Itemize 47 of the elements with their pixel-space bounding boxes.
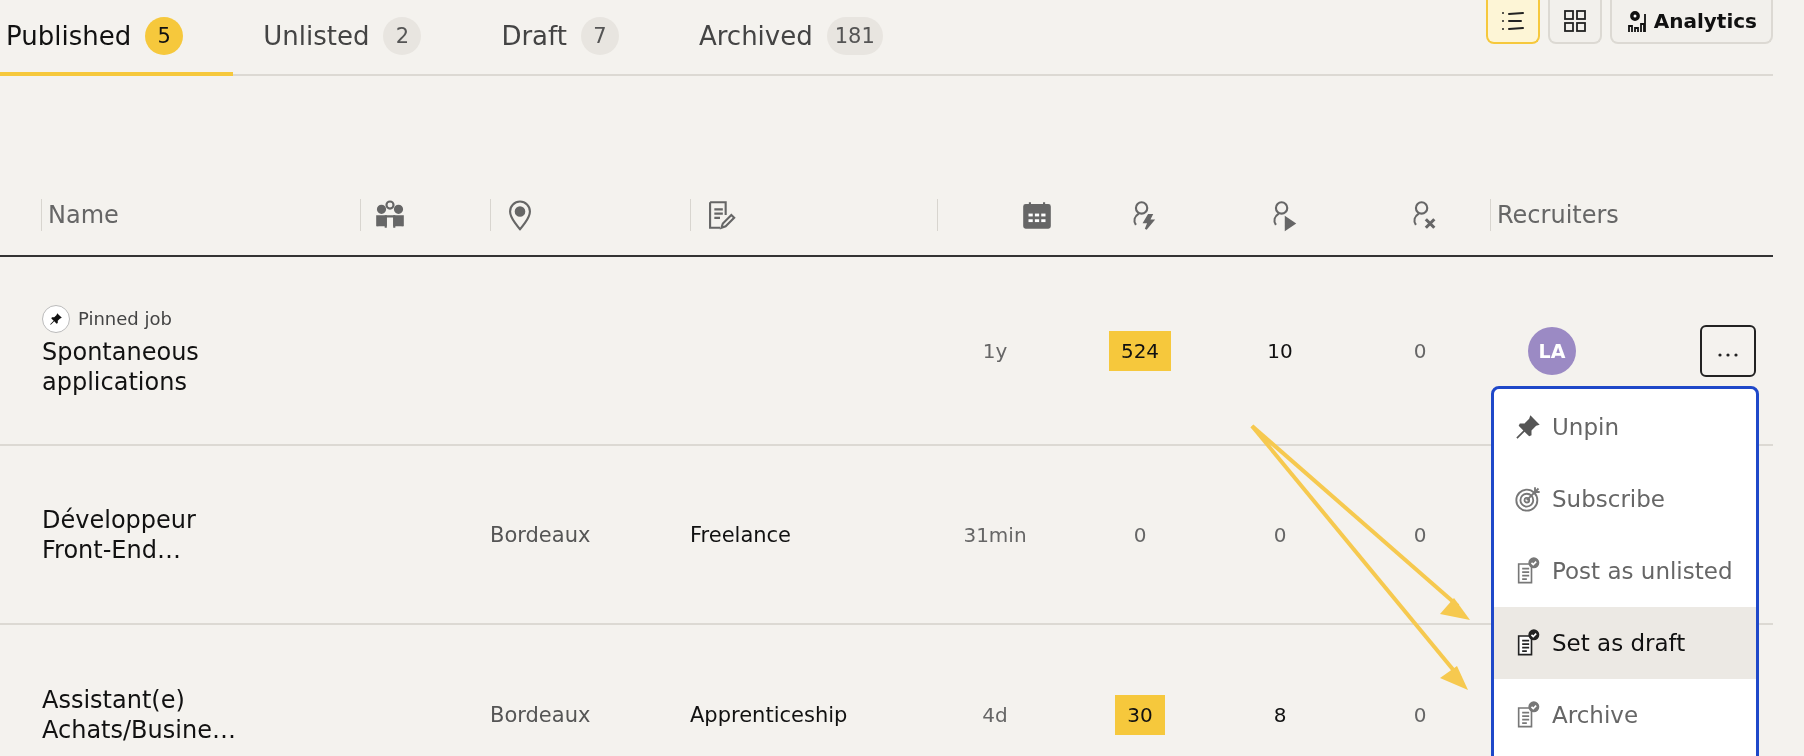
contract-text: Freelance [690, 522, 792, 547]
list-icon [1499, 9, 1526, 33]
more-icon [1717, 351, 1739, 358]
gear-chart-icon [1625, 8, 1648, 34]
menu-item[interactable]: Unpin [1494, 391, 1756, 463]
location-text: Bordeaux [490, 703, 591, 727]
grid-view-button[interactable] [1547, 0, 1602, 44]
pin-badge [42, 304, 70, 333]
analytics-button[interactable]: Analytics [1609, 0, 1773, 44]
job-name[interactable]: Assistant(e) Achats/Busine… [42, 685, 257, 745]
column-header: Recruiters [1497, 201, 1619, 229]
pinned-label: Pinned job [78, 308, 172, 329]
tab[interactable]: Draft 7 [471, 0, 669, 76]
count-cell: 0 [1413, 703, 1427, 727]
count-badge: 2 [383, 17, 422, 55]
count-cell: 524 [1108, 330, 1172, 371]
grid-icon [1562, 9, 1587, 33]
count-badge: 181 [826, 17, 883, 55]
menu-item[interactable]: Set as draft [1494, 607, 1756, 679]
age-text: 31min [963, 522, 1027, 547]
menu-item[interactable]: Archive [1494, 679, 1756, 751]
pushpin-icon [1514, 413, 1542, 441]
tab[interactable]: Archived 181 [668, 0, 933, 76]
menu-item[interactable]: Subscribe [1494, 463, 1756, 535]
list-view-button[interactable] [1485, 0, 1540, 44]
count-badge: 7 [580, 17, 619, 55]
recruiter-avatar: LA [1528, 326, 1576, 375]
age-text: 4d [982, 703, 1008, 727]
menu-item[interactable]: Post as unlisted [1494, 535, 1756, 607]
more-button[interactable] [1700, 324, 1756, 377]
count-cell: 8 [1273, 703, 1287, 727]
count-badge: 5 [145, 17, 184, 55]
count-cell: 30 [1115, 695, 1165, 735]
job-name[interactable]: Spontaneous applications [42, 336, 257, 397]
count-cell: 10 [1267, 338, 1293, 363]
count-cell: 0 [1413, 338, 1427, 363]
tab[interactable]: Published 5 [0, 0, 234, 76]
age-text: 1y [982, 338, 1008, 363]
job-name[interactable]: Développeur Front-End… [42, 504, 257, 565]
count-cell: 0 [1273, 522, 1287, 547]
count-cell: 0 [1133, 522, 1147, 547]
column-header: Name [48, 201, 119, 229]
count-cell: 0 [1413, 522, 1427, 547]
contract-text: Apprenticeship [690, 703, 848, 727]
target-icon [1514, 485, 1542, 513]
location-text: Bordeaux [490, 522, 591, 547]
tab[interactable]: Unlisted 2 [233, 0, 472, 76]
